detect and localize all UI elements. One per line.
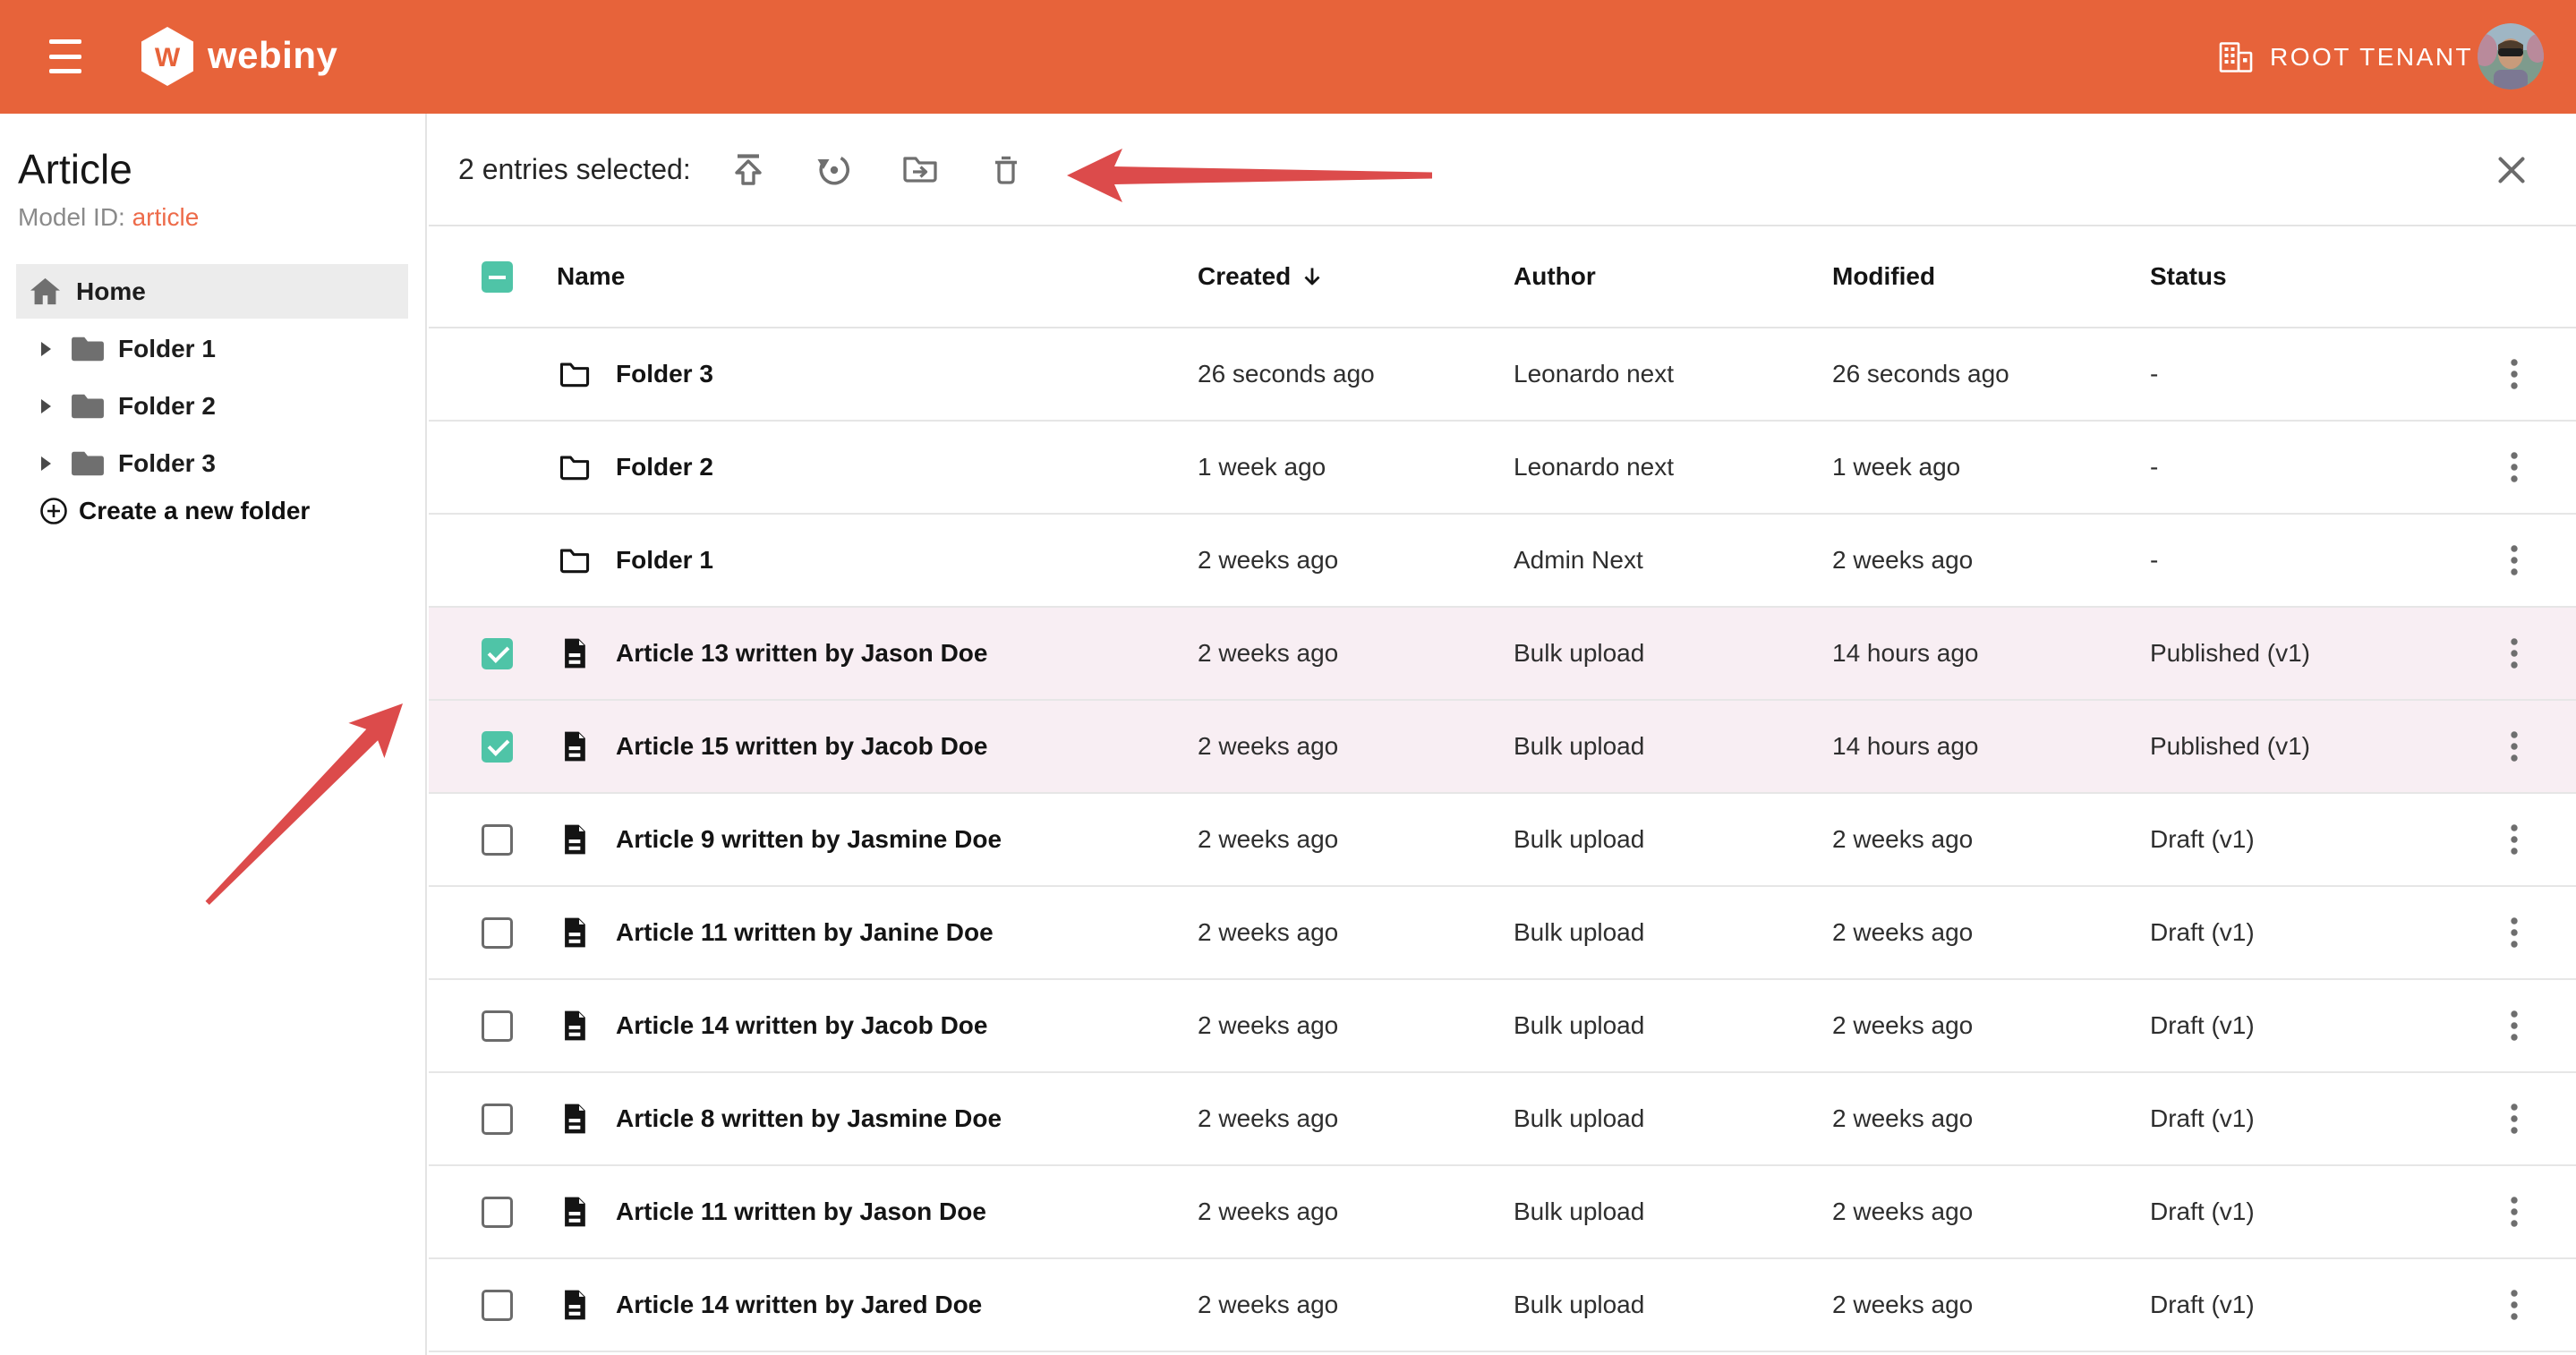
svg-text:W: W	[155, 43, 181, 72]
row-menu-kebab-icon[interactable]	[2505, 541, 2523, 580]
page-title: Article	[18, 145, 132, 193]
row-checkbox[interactable]	[482, 1197, 513, 1228]
folder-icon	[70, 391, 106, 422]
table-row-folder[interactable]: Folder 3 26 seconds ago Leonardo next 26…	[429, 328, 2576, 422]
delete-button[interactable]	[986, 149, 1026, 189]
document-icon	[557, 729, 616, 764]
webiny-admin-page: W webiny ROOT TENANT	[0, 0, 2576, 1355]
sidebar-home-label: Home	[76, 277, 146, 306]
sidebar-item-folder-2[interactable]: Folder 2	[0, 378, 427, 435]
create-folder-button[interactable]: Create a new folder	[39, 497, 310, 525]
table-row-selected[interactable]: Article 15 written by Jacob Doe 2 weeks …	[429, 701, 2576, 794]
sidebar-item-folder-1[interactable]: Folder 1	[0, 320, 427, 378]
column-header-author[interactable]: Author	[1514, 262, 1832, 291]
model-id-value[interactable]: article	[132, 203, 200, 231]
column-header-created[interactable]: Created	[1198, 262, 1514, 291]
row-menu-kebab-icon[interactable]	[2505, 1006, 2523, 1045]
row-checkbox[interactable]	[482, 917, 513, 949]
table-row-selected[interactable]: Article 13 written by Jason Doe 2 weeks …	[429, 608, 2576, 701]
publish-button[interactable]	[729, 149, 768, 189]
publish-icon	[729, 149, 768, 189]
row-menu-kebab-icon[interactable]	[2505, 820, 2523, 859]
document-icon	[557, 635, 616, 671]
table-row[interactable]: Article 14 written by Jacob Doe 2 weeks …	[429, 980, 2576, 1073]
table-row-folder[interactable]: Folder 2 1 week ago Leonardo next 1 week…	[429, 422, 2576, 515]
document-icon	[557, 1008, 616, 1044]
row-menu-kebab-icon[interactable]	[2505, 727, 2523, 766]
row-checkbox-checked[interactable]	[482, 638, 513, 669]
folder-outline-icon	[557, 542, 616, 578]
table-row[interactable]: Article 14 written by Jared Doe 2 weeks …	[429, 1259, 2576, 1352]
folder-outline-icon	[557, 449, 616, 485]
row-menu-kebab-icon[interactable]	[2505, 913, 2523, 952]
table-row[interactable]: Article 8 written by Jasmine Doe 2 weeks…	[429, 1073, 2576, 1166]
close-icon	[2496, 155, 2527, 185]
folder-outline-icon	[557, 356, 616, 392]
sidebar-item-folder-3[interactable]: Folder 3	[0, 435, 427, 492]
webiny-logo-icon[interactable]: W	[141, 27, 193, 86]
column-header-name[interactable]: Name	[557, 262, 1198, 291]
brand-wordmark: webiny	[208, 34, 337, 77]
user-avatar[interactable]	[2478, 23, 2544, 89]
row-checkbox[interactable]	[482, 824, 513, 856]
row-menu-kebab-icon[interactable]	[2505, 634, 2523, 673]
restore-icon	[815, 149, 854, 189]
folder-label: Folder 3	[118, 449, 216, 478]
table-row[interactable]: Article 11 written by Janine Doe 2 weeks…	[429, 887, 2576, 980]
sidebar-item-home[interactable]: Home	[16, 264, 408, 319]
arrow-down-icon	[1300, 264, 1325, 289]
table-row[interactable]: Article 11 written by Jason Doe 2 weeks …	[429, 1166, 2576, 1259]
plus-circle-icon	[39, 497, 68, 525]
hamburger-menu-icon[interactable]	[49, 39, 81, 73]
selection-toolbar: 2 entries selected:	[429, 114, 2576, 226]
column-header-modified[interactable]: Modified	[1832, 262, 2150, 291]
bulk-action-icons	[729, 149, 1026, 189]
row-menu-kebab-icon[interactable]	[2505, 447, 2523, 487]
folder-label: Folder 1	[118, 335, 216, 363]
table-row[interactable]: Article 9 written by Jasmine Doe 2 weeks…	[429, 794, 2576, 887]
document-icon	[557, 1287, 616, 1323]
move-to-folder-button[interactable]	[900, 149, 940, 189]
caret-right-icon[interactable]	[41, 342, 52, 356]
model-id: Model ID: article	[18, 203, 199, 232]
row-checkbox-checked[interactable]	[482, 731, 513, 763]
caret-right-icon[interactable]	[41, 456, 52, 471]
document-icon	[557, 822, 616, 857]
folder-tree: Folder 1 Folder 2 Folder 3	[0, 320, 427, 492]
building-icon	[2218, 41, 2254, 73]
avatar-photo-icon	[2478, 23, 2544, 89]
table-header: Name Created Author Modified Status	[429, 226, 2576, 328]
unpublish-button[interactable]	[815, 149, 854, 189]
top-app-bar: W webiny ROOT TENANT	[0, 0, 2576, 114]
sidebar: Article Model ID: article Home Folder 1	[0, 114, 427, 1355]
home-icon	[29, 277, 62, 306]
close-selection-button[interactable]	[2496, 155, 2527, 185]
tenant-selector[interactable]: ROOT TENANT	[2218, 0, 2473, 114]
table-row-folder[interactable]: Folder 1 2 weeks ago Admin Next 2 weeks …	[429, 515, 2576, 608]
move-to-folder-icon	[900, 149, 940, 189]
folder-label: Folder 2	[118, 392, 216, 421]
column-header-status[interactable]: Status	[2150, 262, 2505, 291]
select-all-checkbox[interactable]	[482, 261, 513, 293]
trash-icon	[986, 149, 1026, 189]
row-checkbox[interactable]	[482, 1290, 513, 1321]
row-menu-kebab-icon[interactable]	[2505, 1285, 2523, 1325]
create-folder-label: Create a new folder	[79, 497, 310, 525]
caret-right-icon[interactable]	[41, 399, 52, 413]
row-checkbox[interactable]	[482, 1104, 513, 1135]
tenant-label: ROOT TENANT	[2270, 43, 2473, 72]
document-icon	[557, 915, 616, 950]
row-menu-kebab-icon[interactable]	[2505, 1099, 2523, 1138]
document-icon	[557, 1194, 616, 1230]
folder-icon	[70, 334, 106, 364]
row-checkbox[interactable]	[482, 1010, 513, 1042]
document-icon	[557, 1101, 616, 1137]
content-area: 2 entries selected:	[429, 114, 2576, 1355]
selection-count-text: 2 entries selected:	[458, 153, 691, 186]
row-menu-kebab-icon[interactable]	[2505, 1192, 2523, 1231]
row-menu-kebab-icon[interactable]	[2505, 354, 2523, 394]
model-id-label: Model ID:	[18, 203, 125, 231]
folder-icon	[70, 448, 106, 479]
